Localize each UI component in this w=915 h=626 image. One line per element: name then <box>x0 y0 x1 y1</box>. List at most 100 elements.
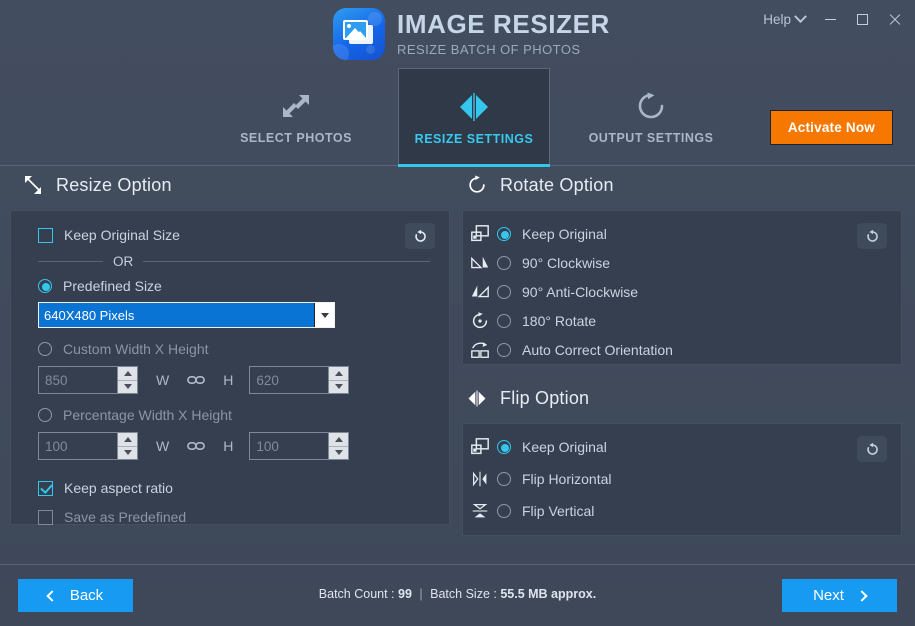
activate-now-button[interactable]: Activate Now <box>769 110 893 145</box>
percentage-width-increment[interactable] <box>118 433 137 447</box>
flip-horizontal-icon <box>463 469 497 489</box>
keep-original-icon <box>463 224 497 244</box>
title-bar: IMAGE RESIZER RESIZE BATCH OF PHOTOS Hel… <box>0 0 915 68</box>
keep-original-size-row[interactable]: Keep Original Size <box>38 227 433 243</box>
photos-stack-icon <box>333 8 385 60</box>
batch-info: Batch Count : 99 | Batch Size : 55.5 MB … <box>0 587 915 601</box>
tab-label: RESIZE SETTINGS <box>414 131 534 146</box>
window-controls: Help <box>755 6 909 32</box>
predefined-size-dropdown[interactable]: 640X480 Pixels <box>38 302 335 328</box>
flip-option-row[interactable]: Keep Original <box>463 436 901 458</box>
resize-diagonal-icon <box>22 174 44 196</box>
rotate-option-row[interactable]: Keep Original <box>463 223 901 245</box>
reset-icon <box>866 229 878 242</box>
save-as-predefined-row[interactable]: Save as Predefined <box>38 509 433 525</box>
tab-output-settings[interactable]: OUTPUT SETTINGS <box>575 68 727 166</box>
rotate-option-row[interactable]: 90° Clockwise <box>463 252 901 274</box>
predefined-size-label: Predefined Size <box>63 278 162 294</box>
keep-original-size-label: Keep Original Size <box>64 227 180 243</box>
rotate-option-row[interactable]: 90° Anti-Clockwise <box>463 281 901 303</box>
chain-link-icon <box>187 440 206 452</box>
auto-orientation-icon <box>463 340 497 360</box>
resize-option-column: Resize Option Keep Original Size OR Pred… <box>10 174 450 525</box>
save-as-predefined-checkbox[interactable] <box>38 509 53 525</box>
app-subtitle: RESIZE BATCH OF PHOTOS <box>397 41 581 57</box>
percentage-width-value: 100 <box>45 438 68 454</box>
rotate-option-label: 90° Anti-Clockwise <box>522 284 639 300</box>
rotate-clockwise-icon <box>636 89 666 123</box>
flip-keep-original-radio[interactable] <box>497 440 511 454</box>
custom-size-row[interactable]: Custom Width X Height <box>38 341 433 357</box>
keep-aspect-ratio-row[interactable]: Keep aspect ratio <box>38 480 433 496</box>
percentage-width-decrement[interactable] <box>118 447 137 460</box>
flip-horizontal-radio[interactable] <box>497 472 511 486</box>
custom-width-input[interactable]: 850 <box>38 366 138 394</box>
section-title: Flip Option <box>500 387 590 408</box>
flip-option-panel: Keep Original Flip Horizontal Flip Verti… <box>462 423 902 536</box>
minimize-icon <box>824 18 836 20</box>
resize-option-panel: Keep Original Size OR Predefined Size 64… <box>10 210 450 525</box>
percentage-height-value: 100 <box>256 438 279 454</box>
tab-label: OUTPUT SETTINGS <box>588 131 714 145</box>
navigation-tabs: SELECT PHOTOS RESIZE SETTINGS OUTPUT SET… <box>0 68 915 167</box>
flip-option-heading: Flip Option <box>466 387 902 409</box>
batch-size-value: 55.5 MB approx. <box>500 587 597 601</box>
help-label: Help <box>763 11 791 27</box>
flip-option-row[interactable]: Flip Vertical <box>463 500 901 522</box>
tab-resize-settings[interactable]: RESIZE SETTINGS <box>398 68 550 167</box>
custom-height-decrement[interactable] <box>329 381 348 394</box>
flip-vertical-radio[interactable] <box>497 504 511 518</box>
keep-original-size-checkbox[interactable] <box>38 227 53 243</box>
predefined-size-row[interactable]: Predefined Size <box>38 278 433 294</box>
rotate-reset-button[interactable] <box>857 223 887 249</box>
next-button[interactable]: Next <box>782 579 897 612</box>
percentage-height-decrement[interactable] <box>329 447 348 460</box>
custom-width-increment[interactable] <box>118 367 137 381</box>
app-title: IMAGE RESIZER <box>397 9 610 40</box>
percentage-height-increment[interactable] <box>329 433 349 447</box>
custom-size-label: Custom Width X Height <box>63 341 209 357</box>
reset-icon <box>866 442 878 455</box>
custom-height-input[interactable]: 620 <box>249 366 350 394</box>
flip-option-label: Flip Horizontal <box>522 471 612 487</box>
custom-size-inputs: 850 W H 620 <box>38 366 433 394</box>
rotate-ccw-90-icon <box>463 282 497 302</box>
resize-option-heading: Resize Option <box>22 174 450 196</box>
help-menu-button[interactable]: Help <box>755 8 813 31</box>
tab-select-photos[interactable]: SELECT PHOTOS <box>220 68 372 166</box>
predefined-size-radio[interactable] <box>38 279 52 293</box>
custom-size-radio[interactable] <box>38 342 52 356</box>
flip-option-row[interactable]: Flip Horizontal <box>463 468 901 490</box>
settings-content: Resize Option Keep Original Size OR Pred… <box>0 166 915 564</box>
keep-aspect-ratio-checkbox[interactable] <box>38 480 53 496</box>
auto-correct-orientation-radio[interactable] <box>497 343 511 357</box>
rotate-option-heading: Rotate Option <box>466 174 902 196</box>
rotate-90-cw-radio[interactable] <box>497 256 511 270</box>
image-resizer-window: IMAGE RESIZER RESIZE BATCH OF PHOTOS Hel… <box>0 0 915 626</box>
rotate-180-radio[interactable] <box>497 314 511 328</box>
rotate-option-label: 90° Clockwise <box>522 255 611 271</box>
rotate-option-row[interactable]: Auto Correct Orientation <box>463 339 901 361</box>
resize-reset-button[interactable] <box>405 223 435 249</box>
predefined-size-value: 640X480 Pixels <box>39 303 315 327</box>
custom-width-decrement[interactable] <box>118 381 137 394</box>
rotate-90-ccw-radio[interactable] <box>497 285 511 299</box>
maximize-button[interactable] <box>847 6 877 32</box>
rotate-option-label: Auto Correct Orientation <box>522 342 673 358</box>
rotate-keep-original-radio[interactable] <box>497 227 511 241</box>
rotate-flip-column: Rotate Option Keep Original 90° Clockwis… <box>462 174 902 536</box>
close-button[interactable] <box>879 6 909 32</box>
rotate-option-label: Keep Original <box>522 226 607 242</box>
chevron-down-icon[interactable] <box>315 303 334 327</box>
flip-reset-button[interactable] <box>857 436 887 462</box>
rotate-cw-90-icon <box>463 253 497 273</box>
keep-aspect-ratio-label: Keep aspect ratio <box>64 480 173 496</box>
minimize-button[interactable] <box>815 6 845 32</box>
percentage-height-input[interactable]: 100 <box>249 432 350 460</box>
rotate-option-row[interactable]: 180° Rotate <box>463 310 901 332</box>
flip-horizontal-icon <box>457 90 491 124</box>
custom-height-increment[interactable] <box>329 367 349 381</box>
percentage-width-input[interactable]: 100 <box>38 432 138 460</box>
percentage-size-radio[interactable] <box>38 408 52 422</box>
percentage-size-row[interactable]: Percentage Width X Height <box>38 407 433 423</box>
